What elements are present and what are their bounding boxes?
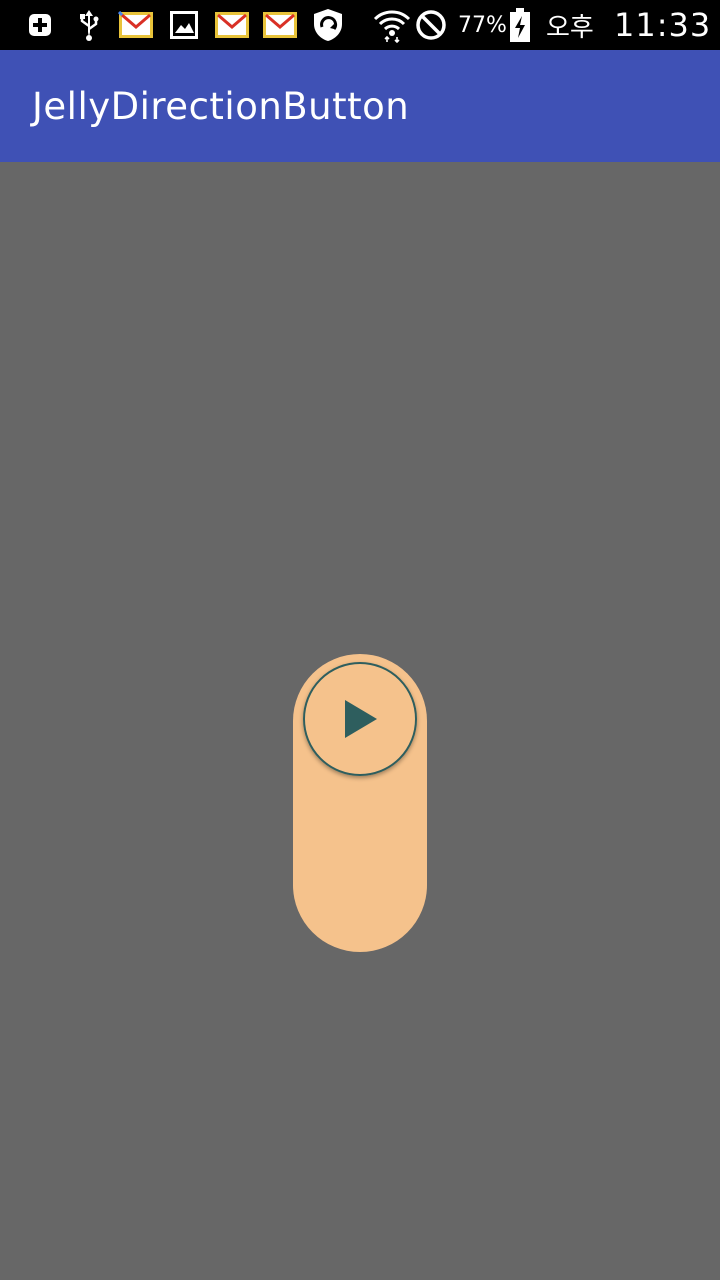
jelly-direction-track[interactable]: [293, 654, 427, 952]
ampm-label: 오후: [546, 12, 594, 43]
play-button[interactable]: [303, 662, 417, 776]
vpn-shield-icon: [308, 0, 348, 50]
gmail-icon: [262, 0, 298, 50]
usb-icon: [76, 0, 102, 50]
app-title: JellyDirectionButton: [32, 84, 410, 128]
battery-percent: 77%: [458, 12, 507, 38]
gallery-icon: [168, 0, 200, 50]
add-box-icon: [26, 0, 54, 50]
gmail-icon: [214, 0, 250, 50]
clock-time: 11:33: [614, 6, 712, 44]
play-icon: [345, 700, 377, 738]
app-bar: JellyDirectionButton: [0, 50, 720, 162]
wifi-icon: [372, 0, 412, 50]
battery-charging-icon: [506, 0, 534, 50]
main-content: [0, 162, 720, 1280]
gmail-icon: [118, 0, 154, 50]
do-not-disturb-icon: [414, 0, 448, 50]
status-bar: 77% 오후 11:33: [0, 0, 720, 50]
